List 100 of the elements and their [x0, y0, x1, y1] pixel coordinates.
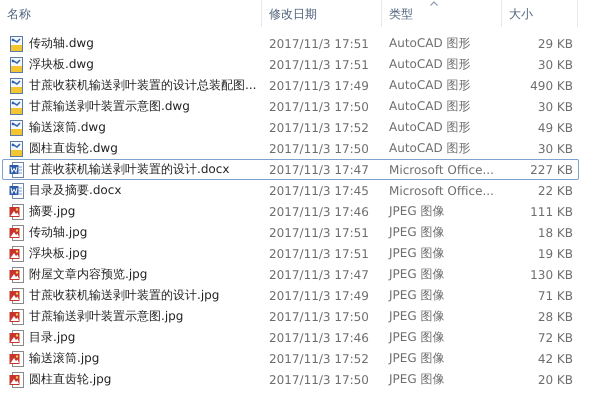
file-row[interactable]: 附屋文章内容预览.jpg 2017/11/3 17:47 JPEG 图像 130 KB — [2, 264, 579, 285]
file-name[interactable]: 摘要.jpg — [29, 203, 76, 220]
image-file-icon — [9, 330, 25, 346]
modified-date: 2017/11/3 17:47 — [269, 268, 369, 282]
file-size: 18 KB — [538, 226, 573, 240]
modified-date: 2017/11/3 17:50 — [269, 310, 369, 324]
file-size: 28 KB — [538, 310, 573, 324]
modified-date: 2017/11/3 17:52 — [269, 120, 369, 134]
file-row[interactable]: 摘要.jpg 2017/11/3 17:46 JPEG 图像 111 KB — [2, 201, 579, 222]
file-type: JPEG 图像 — [389, 371, 444, 388]
file-size: 227 KB — [530, 162, 573, 176]
file-row[interactable]: 甘蔗收获机输送剥叶装置的设计.jpg 2017/11/3 17:49 JPEG 图像 71 KB — [2, 285, 579, 306]
file-row[interactable]: 传动轴.dwg 2017/11/3 17:51 AutoCAD 图形 29 KB — [2, 33, 579, 54]
file-type: AutoCAD 图形 — [389, 77, 471, 94]
column-header[interactable]: 大小 — [502, 0, 578, 27]
file-row[interactable]: 浮块板.dwg 2017/11/3 17:51 AutoCAD 图形 30 KB — [2, 54, 579, 75]
file-name[interactable]: 附屋文章内容预览.jpg — [29, 266, 148, 283]
file-name[interactable]: 圆柱直齿轮.dwg — [29, 140, 118, 157]
file-type: Microsoft Office... — [389, 162, 494, 176]
file-name[interactable]: 浮块板.dwg — [29, 56, 94, 73]
file-name[interactable]: 目录及摘要.docx — [29, 182, 122, 199]
drawing-file-icon — [9, 36, 25, 52]
file-size: 22 KB — [538, 184, 573, 198]
modified-date: 2017/11/3 17:46 — [269, 330, 369, 344]
file-type: AutoCAD 图形 — [389, 56, 471, 73]
file-name[interactable]: 甘蔗输送剥叶装置示意图.dwg — [29, 98, 190, 115]
file-type: JPEG 图像 — [389, 350, 444, 367]
modified-date: 2017/11/3 17:51 — [269, 58, 369, 72]
file-type: JPEG 图像 — [389, 224, 444, 241]
file-row[interactable]: 圆柱直齿轮.jpg 2017/11/3 17:50 JPEG 图像 20 KB — [2, 369, 579, 390]
file-row[interactable]: 输送滚筒.dwg 2017/11/3 17:52 AutoCAD 图形 49 KB — [2, 117, 579, 138]
column-header[interactable]: 修改日期 — [262, 0, 382, 27]
file-size: 72 KB — [538, 330, 573, 344]
modified-date: 2017/11/3 17:46 — [269, 204, 369, 218]
modified-date: 2017/11/3 17:45 — [269, 184, 369, 198]
drawing-file-icon — [9, 140, 25, 156]
file-size: 130 KB — [530, 268, 573, 282]
file-name[interactable]: 甘蔗收获机输送剥叶装置的设计总装配图... — [29, 77, 256, 94]
file-row[interactable]: 输送滚筒.jpg 2017/11/3 17:52 JPEG 图像 42 KB — [2, 348, 579, 369]
image-file-icon — [9, 266, 25, 282]
file-name[interactable]: 输送滚筒.jpg — [29, 350, 100, 367]
file-type: JPEG 图像 — [389, 245, 444, 262]
word-document-icon — [9, 162, 25, 178]
word-document-icon — [9, 182, 25, 198]
focused-row[interactable]: 甘蔗收获机输送剥叶装置的设计.docx 2017/11/3 17:47 Microsoft Office... 227 KB — [2, 159, 579, 180]
file-type: JPEG 图像 — [389, 329, 444, 346]
file-name[interactable]: 圆柱直齿轮.jpg — [29, 371, 112, 388]
modified-date: 2017/11/3 17:49 — [269, 78, 369, 92]
file-size: 30 KB — [538, 58, 573, 72]
modified-date: 2017/11/3 17:50 — [269, 100, 369, 114]
file-type: AutoCAD 图形 — [389, 98, 471, 115]
modified-date: 2017/11/3 17:51 — [269, 36, 369, 50]
file-size: 71 KB — [538, 288, 573, 302]
image-file-icon — [9, 350, 25, 366]
file-size: 20 KB — [538, 372, 573, 386]
modified-date: 2017/11/3 17:50 — [269, 372, 369, 386]
file-row[interactable]: 目录.jpg 2017/11/3 17:46 JPEG 图像 72 KB — [2, 327, 579, 348]
file-name[interactable]: 传动轴.dwg — [29, 35, 94, 52]
image-file-icon — [9, 224, 25, 240]
file-name[interactable]: 甘蔗收获机输送剥叶装置的设计.docx — [29, 161, 230, 178]
modified-date: 2017/11/3 17:50 — [269, 142, 369, 156]
file-type: AutoCAD 图形 — [389, 35, 471, 52]
file-size: 30 KB — [538, 142, 573, 156]
image-file-icon — [9, 246, 25, 262]
modified-date: 2017/11/3 17:47 — [269, 162, 369, 176]
file-name[interactable]: 浮块板.jpg — [29, 245, 88, 262]
file-type: AutoCAD 图形 — [389, 119, 471, 136]
image-file-icon — [9, 204, 25, 220]
file-name[interactable]: 甘蔗收获机输送剥叶装置的设计.jpg — [29, 287, 220, 304]
file-name[interactable]: 甘蔗输送剥叶装置示意图.jpg — [29, 308, 184, 325]
file-size: 19 KB — [538, 246, 573, 260]
file-row[interactable]: 目录及摘要.docx 2017/11/3 17:45 Microsoft Office... 22 KB — [2, 180, 579, 201]
drawing-file-icon — [9, 56, 25, 72]
file-name[interactable]: 输送滚筒.dwg — [29, 119, 106, 136]
file-row[interactable]: 甘蔗输送剥叶装置示意图.jpg 2017/11/3 17:50 JPEG 图像 28 KB — [2, 306, 579, 327]
file-size: 490 KB — [530, 78, 573, 92]
file-type: AutoCAD 图形 — [389, 140, 471, 157]
drawing-file-icon — [9, 120, 25, 136]
file-type: JPEG 图像 — [389, 203, 444, 220]
file-size: 49 KB — [538, 120, 573, 134]
file-row[interactable]: 甘蔗输送剥叶装置示意图.dwg 2017/11/3 17:50 AutoCAD 图形 30 KB — [2, 96, 579, 117]
file-size: 29 KB — [538, 36, 573, 50]
file-row[interactable]: 甘蔗收获机输送剥叶装置的设计总装配图... 2017/11/3 17:49 AutoCAD 图形 490 KB — [2, 75, 579, 96]
sort-caret-icon — [430, 1, 438, 6]
image-file-icon — [9, 288, 25, 304]
file-row[interactable]: 圆柱直齿轮.dwg 2017/11/3 17:50 AutoCAD 图形 30 KB — [2, 138, 579, 159]
file-name[interactable]: 传动轴.jpg — [29, 224, 88, 241]
file-type: JPEG 图像 — [389, 266, 444, 283]
file-type: JPEG 图像 — [389, 287, 444, 304]
file-name[interactable]: 目录.jpg — [29, 329, 76, 346]
column-header[interactable]: 类型 — [382, 0, 502, 27]
column-header[interactable]: 名称 — [0, 0, 262, 27]
file-row[interactable]: 传动轴.jpg 2017/11/3 17:51 JPEG 图像 18 KB — [2, 222, 579, 243]
file-size: 42 KB — [538, 352, 573, 366]
file-size: 30 KB — [538, 100, 573, 114]
image-file-icon — [9, 308, 25, 324]
file-size: 111 KB — [530, 204, 573, 218]
file-row[interactable]: 浮块板.jpg 2017/11/3 17:51 JPEG 图像 19 KB — [2, 243, 579, 264]
file-type: JPEG 图像 — [389, 308, 444, 325]
drawing-file-icon — [9, 98, 25, 114]
